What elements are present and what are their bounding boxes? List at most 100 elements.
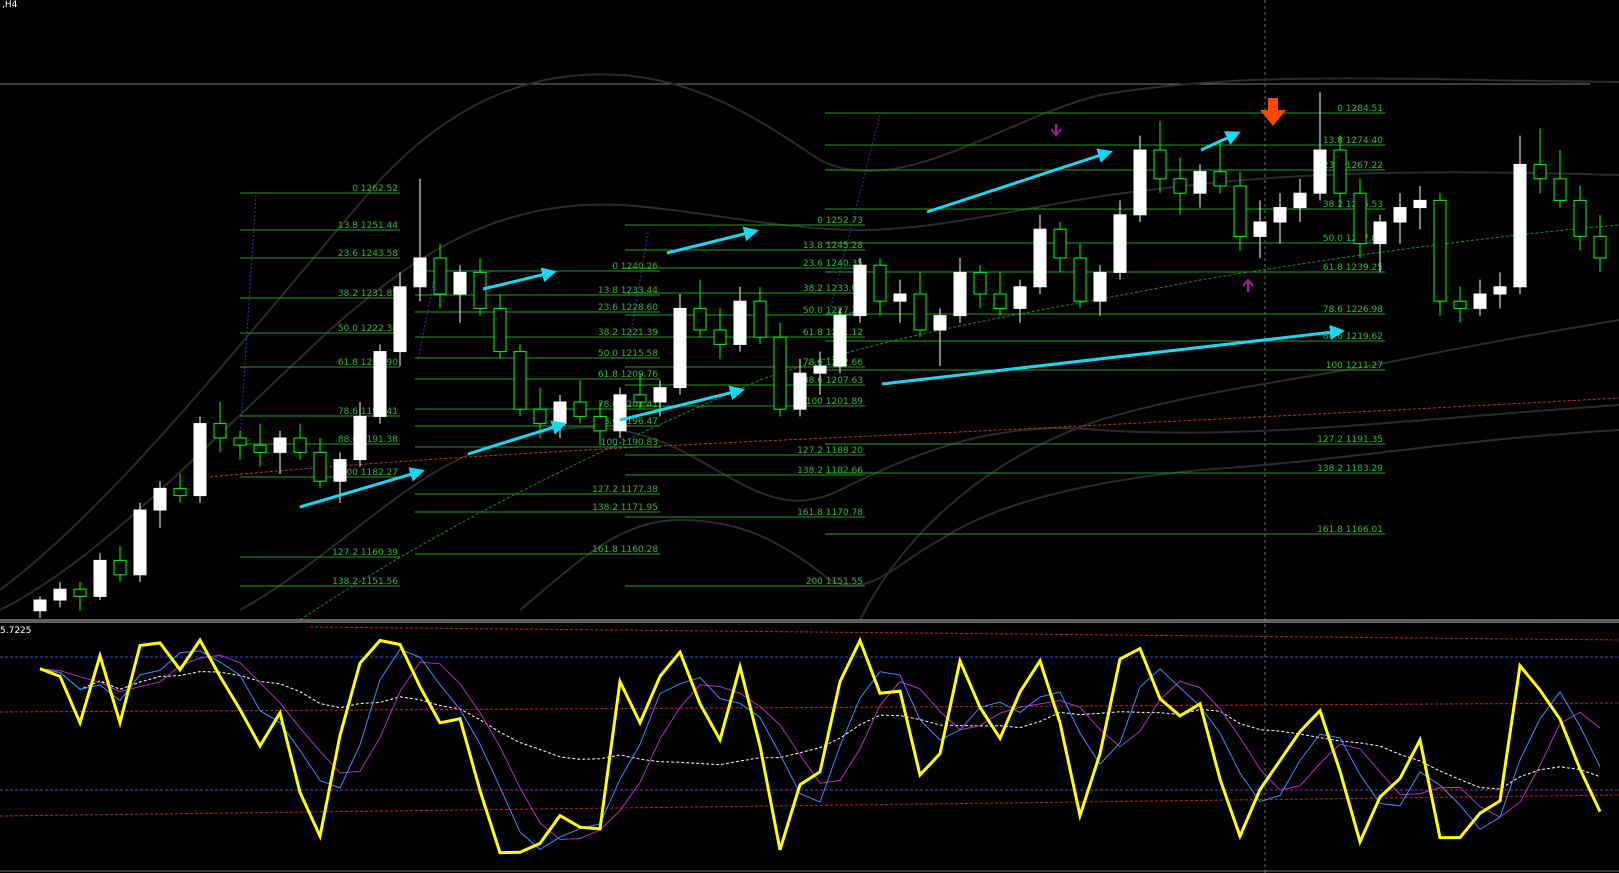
candle-body-77 bbox=[1573, 199, 1587, 237]
candle-body-69 bbox=[1413, 199, 1427, 209]
candle-body-31 bbox=[653, 387, 667, 403]
candle-body-19 bbox=[413, 257, 427, 288]
candle-body-47 bbox=[973, 271, 987, 295]
candle-body-32 bbox=[673, 307, 687, 389]
candle-body-4 bbox=[113, 559, 127, 576]
fib-set-4-label-1: 13.8 1274.40 bbox=[1323, 136, 1383, 146]
candle-body-60 bbox=[1233, 185, 1247, 237]
fib-set-4-label-10: 138.2 1183.29 bbox=[1317, 464, 1383, 474]
candle-body-62 bbox=[1273, 207, 1287, 223]
candle-body-58 bbox=[1193, 171, 1207, 194]
candle-body-15 bbox=[333, 459, 347, 482]
candle-body-7 bbox=[173, 487, 187, 497]
fib-set-1-label-5: 61.8 1212.90 bbox=[338, 358, 398, 368]
candle-body-34 bbox=[713, 329, 727, 345]
window-title: ,H4 bbox=[2, 0, 18, 10]
fib-set-4-label-2: 23.6 1267.22 bbox=[1323, 161, 1383, 171]
candle-body-20 bbox=[433, 257, 447, 295]
candle-body-71 bbox=[1453, 300, 1467, 309]
candle-body-37 bbox=[773, 336, 787, 410]
candle-body-55 bbox=[1133, 149, 1147, 216]
candle-body-13 bbox=[293, 437, 307, 453]
candle-body-75 bbox=[1533, 163, 1547, 180]
fib-set-3-label-11: 161.8 1170.78 bbox=[797, 508, 863, 518]
candle-body-74 bbox=[1513, 163, 1527, 288]
fib-set-2-label-0: 0 1240.26 bbox=[612, 262, 658, 272]
candle-body-50 bbox=[1033, 228, 1047, 288]
candle-body-36 bbox=[753, 300, 767, 338]
candle-body-30 bbox=[633, 394, 647, 403]
candle-body-0 bbox=[33, 599, 47, 612]
fib-set-2-label-8: 100 1190.83 bbox=[601, 438, 658, 448]
oscillator-value-label: 5.7225 bbox=[0, 626, 32, 636]
fib-set-1-label-10: 138.2 1151.56 bbox=[332, 577, 398, 587]
fib-set-4-label-6: 78.6 1226.98 bbox=[1323, 305, 1383, 315]
candle-body-70 bbox=[1433, 199, 1447, 302]
chart-canvas[interactable]: ,H4 0 1262.52 13.8 1251.44 23.6 1243.58 38.… bbox=[0, 0, 1619, 873]
candle-body-54 bbox=[1113, 214, 1127, 273]
candle-body-68 bbox=[1393, 207, 1407, 223]
candle-body-49 bbox=[1013, 286, 1027, 309]
candle-body-16 bbox=[353, 415, 367, 461]
candle-body-65 bbox=[1333, 149, 1347, 194]
fib-set-1-label-2: 23.6 1243.58 bbox=[338, 249, 398, 259]
fib-set-1-label-3: 38.2 1231.85 bbox=[338, 289, 398, 299]
fib-set-2-label-6: 78.6 1201.41 bbox=[598, 400, 658, 410]
fib-set-4-label-3: 38.2 1256.53 bbox=[1323, 200, 1383, 210]
fib-set-2-label-11: 161.8 1160.28 bbox=[592, 545, 658, 555]
candle-body-21 bbox=[453, 271, 467, 295]
fib-set-1-label-8: 100 1182.27 bbox=[341, 468, 398, 478]
fib-set-3-label-7: 88.6 1207.63 bbox=[803, 376, 863, 386]
candle-body-51 bbox=[1053, 228, 1067, 259]
candle-body-26 bbox=[553, 401, 567, 425]
candle-body-25 bbox=[533, 408, 547, 425]
candle-body-5 bbox=[133, 509, 147, 576]
candle-body-52 bbox=[1073, 257, 1087, 302]
fib-set-2-label-9: 127.2 1177.38 bbox=[592, 485, 658, 495]
fib-set-2-label-2: 23.6 1228.60 bbox=[598, 303, 658, 313]
fib-set-3-label-8: 100 1201.89 bbox=[806, 397, 864, 407]
fib-set-1-label-6: 78.6 1199.41 bbox=[338, 407, 398, 417]
candle-body-39 bbox=[813, 365, 827, 374]
candle-body-22 bbox=[473, 271, 487, 309]
fib-set-1-label-7: 88.6 1191.38 bbox=[338, 435, 398, 445]
candle-body-17 bbox=[373, 351, 387, 417]
candle-body-48 bbox=[993, 293, 1007, 309]
candle-body-18 bbox=[393, 286, 407, 353]
fib-set-3-label-10: 138.2 1182.66 bbox=[797, 466, 863, 476]
candle-body-57 bbox=[1173, 178, 1187, 194]
candle-body-23 bbox=[493, 307, 507, 353]
fib-set-3-label-9: 127.2 1188.20 bbox=[797, 446, 863, 456]
candle-body-9 bbox=[213, 423, 227, 439]
candle-body-67 bbox=[1373, 221, 1387, 245]
fib-set-3-label-0: 0 1252.73 bbox=[817, 216, 863, 226]
candle-body-8 bbox=[193, 423, 207, 497]
fib-set-4-label-0: 0 1284.51 bbox=[1337, 104, 1383, 114]
candle-body-63 bbox=[1293, 192, 1307, 209]
candle-body-3 bbox=[93, 559, 107, 597]
fib-set-1-label-4: 50.0 1222.38 bbox=[338, 324, 398, 334]
candle-body-66 bbox=[1353, 192, 1367, 245]
candle-body-28 bbox=[593, 415, 607, 432]
candle-body-12 bbox=[273, 437, 287, 453]
fib-set-1-label-0: 0 1262.52 bbox=[352, 184, 398, 194]
candle-body-14 bbox=[313, 451, 327, 482]
candle-body-45 bbox=[933, 315, 947, 331]
candle-body-43 bbox=[893, 293, 907, 302]
candle-body-35 bbox=[733, 300, 747, 345]
fib-set-4-label-9: 127.2 1191.35 bbox=[1317, 435, 1383, 445]
candle-body-59 bbox=[1213, 171, 1227, 187]
fib-set-2-label-1: 13.8 1233.44 bbox=[598, 286, 658, 296]
candle-body-46 bbox=[953, 271, 967, 317]
candle-body-2 bbox=[73, 588, 87, 597]
candle-body-27 bbox=[573, 401, 587, 417]
fib-set-2-label-5: 61.8 1209.76 bbox=[598, 370, 658, 380]
candle-body-42 bbox=[873, 264, 887, 302]
fib-set-3-label-5: 61.8 1221.12 bbox=[803, 328, 863, 338]
candle-body-10 bbox=[233, 437, 247, 446]
fib-set-1-label-1: 13.8 1251.44 bbox=[338, 221, 398, 231]
fib-set-3-label-12: 200 1151.55 bbox=[806, 577, 863, 587]
candle-body-11 bbox=[253, 444, 267, 453]
fib-set-4-label-5: 61.8 1239.25 bbox=[1323, 263, 1383, 273]
fib-set-3-label-6: 78.6 1212.66 bbox=[803, 358, 863, 368]
